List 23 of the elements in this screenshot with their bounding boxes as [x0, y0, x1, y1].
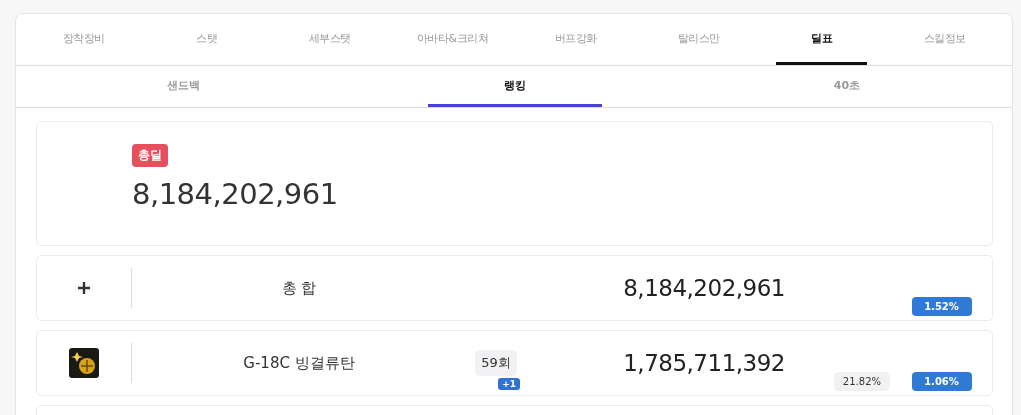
skill-name: 총 합	[281, 278, 317, 298]
change-badge: 1.06%	[911, 372, 972, 391]
tab[interactable]: 탈리스만	[653, 14, 744, 65]
grenade-skill-icon	[69, 348, 99, 378]
tab[interactable]: 딜표	[776, 14, 867, 65]
tab[interactable]: 세부스탯	[284, 14, 375, 65]
change-badge: 1.52%	[911, 297, 972, 316]
share-badge: 21.82%	[833, 372, 890, 391]
sub-tab[interactable]: 랭킹	[428, 66, 602, 107]
total-damage-badge: 총딜	[132, 144, 168, 167]
sub-tab[interactable]: 샌드백	[96, 66, 270, 107]
tab[interactable]: 아바타&크리쳐	[407, 14, 498, 65]
skill-name: G-18C 빙결류탄	[243, 353, 355, 373]
damage-value: 8,184,202,961	[623, 275, 785, 301]
hit-count-badge: 59회	[475, 350, 517, 376]
tab[interactable]: 스탯	[161, 14, 252, 65]
tab[interactable]: 스킬정보	[899, 14, 990, 65]
damage-value: 1,785,711,392	[623, 350, 785, 376]
count-delta-badge: +1	[498, 378, 521, 390]
sub-tab[interactable]: 40초	[760, 66, 934, 107]
tab[interactable]: 버프강화	[530, 14, 621, 65]
total-damage-value: 8,184,202,961	[132, 177, 338, 211]
tab[interactable]: 장착장비	[38, 14, 129, 65]
